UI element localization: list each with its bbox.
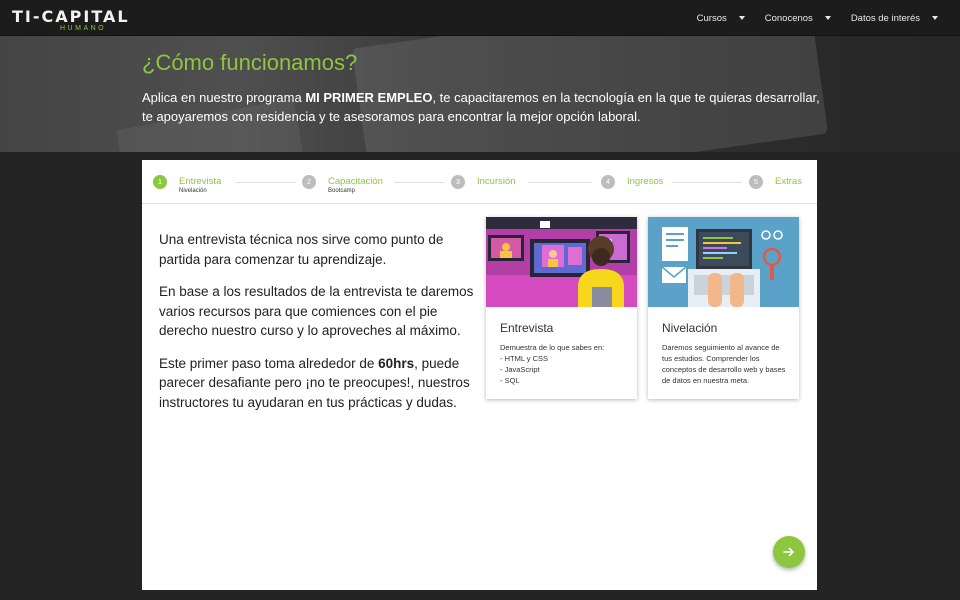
chevron-down-icon bbox=[738, 16, 745, 20]
step-number: 4 bbox=[601, 175, 615, 189]
info-card-list-item: - JavaScript bbox=[500, 365, 540, 374]
step-label: Entrevista bbox=[179, 176, 222, 187]
step-ingresos[interactable]: 4 Ingresos bbox=[601, 175, 663, 189]
step-label: Extras bbox=[775, 176, 802, 187]
info-card-entrevista: Entrevista Demuestra de lo que sabes en:… bbox=[486, 217, 637, 399]
top-navbar: TI-CAPITAL HUMANO Cursos Conocenos Datos… bbox=[0, 0, 960, 36]
step-sublabel: Nivelación bbox=[179, 188, 207, 194]
laptop-study-illustration bbox=[648, 217, 799, 307]
nav-item-label: Conocenos bbox=[764, 12, 813, 24]
nav-item-datos-de-interes[interactable]: Datos de interés bbox=[851, 13, 938, 24]
page-title: ¿Cómo funcionamos? bbox=[142, 50, 358, 75]
info-card-body: Daremos seguimiento al avance de tus est… bbox=[662, 343, 786, 385]
chevron-down-icon bbox=[932, 16, 938, 20]
info-card-title: Entrevista bbox=[500, 321, 554, 335]
nav-item-label: Datos de interés bbox=[850, 12, 920, 24]
nav-menu: Cursos Conocenos Datos de interés bbox=[677, 0, 938, 36]
nav-item-cursos[interactable]: Cursos bbox=[697, 13, 745, 24]
step-number: 2 bbox=[302, 175, 316, 189]
info-card-list-item: - HTML y CSS bbox=[500, 354, 549, 363]
hero-description: Aplica en nuestro programa MI PRIMER EMP… bbox=[142, 88, 822, 126]
arrow-right-icon bbox=[783, 547, 794, 557]
nav-item-conocenos[interactable]: Conocenos bbox=[765, 13, 831, 24]
step-label: Ingresos bbox=[627, 176, 664, 187]
step-connector bbox=[394, 182, 444, 183]
stepper: 1 Entrevista Nivelación 2 Capacitación B… bbox=[142, 160, 817, 204]
step-description: Una entrevista técnica nos sirve como pu… bbox=[159, 230, 479, 425]
hero-desc-pre: Aplica en nuestro programa bbox=[142, 90, 306, 105]
program-name: MI PRIMER EMPLEO bbox=[305, 90, 433, 105]
step-number: 3 bbox=[451, 175, 465, 189]
step-connector bbox=[672, 182, 742, 183]
logo-sub-text: HUMANO bbox=[60, 25, 107, 32]
step-entrevista[interactable]: 1 Entrevista Nivelación bbox=[153, 175, 221, 195]
step-extras[interactable]: 5 Extras bbox=[749, 175, 802, 189]
hours-highlight: 60hrs bbox=[378, 355, 415, 371]
brand-logo[interactable]: TI-CAPITAL HUMANO bbox=[12, 4, 137, 34]
step-connector bbox=[528, 182, 592, 183]
info-card-body: Demuestra de lo que sabes en: - HTML y C… bbox=[500, 342, 628, 386]
description-paragraph: Este primer paso toma alrededor de 60hrs… bbox=[159, 354, 479, 413]
nav-item-label: Cursos bbox=[696, 12, 727, 24]
description-paragraph: Una entrevista técnica nos sirve como pu… bbox=[159, 232, 444, 267]
info-card-title: Nivelación bbox=[662, 321, 718, 335]
next-step-button[interactable] bbox=[773, 536, 805, 568]
description-paragraph: En base a los resultados de la entrevist… bbox=[159, 284, 474, 338]
step-label: Incursión bbox=[477, 176, 516, 187]
step-capacitacion[interactable]: 2 Capacitación Bootcamp bbox=[302, 175, 383, 195]
step-incursion[interactable]: 3 Incursión bbox=[451, 175, 516, 189]
logo-main-text: TI-CAPITAL bbox=[12, 7, 130, 26]
step-number: 5 bbox=[749, 175, 763, 189]
info-card-list-item: - SQL bbox=[500, 376, 520, 385]
steps-card: 1 Entrevista Nivelación 2 Capacitación B… bbox=[142, 160, 817, 590]
step-connector bbox=[236, 182, 296, 183]
info-card-nivelacion: Nivelación Daremos seguimiento al avance… bbox=[648, 217, 799, 399]
step-sublabel: Bootcamp bbox=[328, 188, 356, 194]
chevron-down-icon bbox=[824, 16, 831, 20]
step-label: Capacitación bbox=[328, 176, 383, 187]
video-call-illustration bbox=[486, 217, 637, 307]
hero-banner: ¿Cómo funcionamos? Aplica en nuestro pro… bbox=[0, 36, 960, 152]
step-number: 1 bbox=[153, 175, 167, 189]
info-card-intro: Demuestra de lo que sabes en: bbox=[500, 343, 605, 352]
paragraph-text: Este primer paso toma alrededor de bbox=[159, 355, 379, 371]
